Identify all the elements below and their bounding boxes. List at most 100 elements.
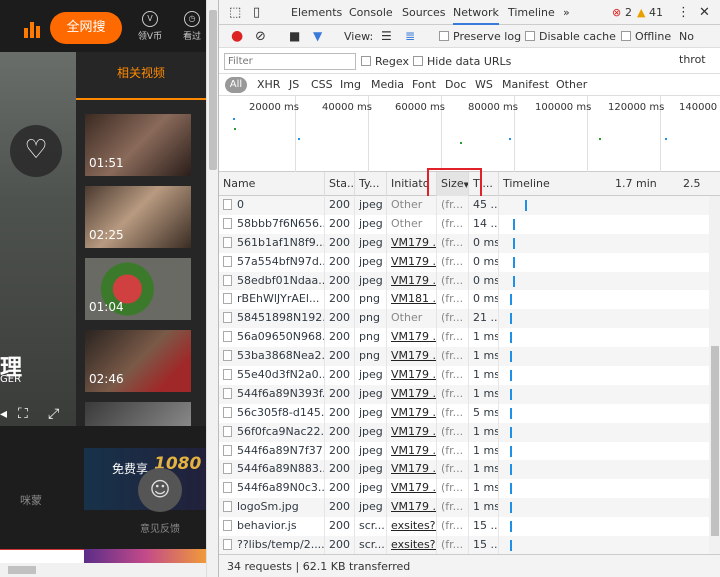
table-row[interactable]: ??libs/temp/2.... 200 scr... exsites?... (fr… <box>219 536 720 554</box>
request-initiator[interactable]: VM179 ... <box>387 252 437 272</box>
request-initiator[interactable]: Other <box>387 196 437 215</box>
video-thumbnail[interactable]: 02:25 <box>85 186 191 248</box>
request-initiator[interactable]: VM179 ... <box>387 498 437 518</box>
device-mode-icon[interactable]: ▯ <box>253 0 260 25</box>
table-row[interactable]: 56c305f8-d145... 200 jpeg VM179 ... (fr... 5 … <box>219 403 720 423</box>
tab-network[interactable]: Network <box>453 0 499 25</box>
request-initiator[interactable]: Other <box>387 214 437 234</box>
request-initiator[interactable]: VM179 ... <box>387 347 437 367</box>
type-manifest[interactable]: Manifest <box>502 78 549 91</box>
tab-elements[interactable]: Elements <box>291 0 342 25</box>
video-thumbnail[interactable] <box>85 402 191 426</box>
request-initiator[interactable]: VM179 ... <box>387 479 437 499</box>
type-ws[interactable]: WS <box>475 78 493 91</box>
table-row[interactable]: 57a554bfN97d... 200 jpeg VM179 ... (fr... 0 m… <box>219 252 720 272</box>
horizontal-scrollbar[interactable] <box>0 563 206 577</box>
menu-icon[interactable]: ⋮ <box>677 0 690 25</box>
request-initiator[interactable]: VM179 ... <box>387 271 437 291</box>
table-row[interactable]: rBEhWlJYrAEl... 200 png VM181 ... (fr... 0 ms <box>219 290 720 310</box>
type-font[interactable]: Font <box>412 78 436 91</box>
table-row[interactable]: logoSm.jpg 200 jpeg VM179 ... (fr... 1 ms <box>219 498 720 518</box>
table-row[interactable]: 544f6a89N0c3... 200 jpeg VM179 ... (fr... 1 m… <box>219 479 720 499</box>
type-img[interactable]: Img <box>340 78 361 91</box>
column-type[interactable]: Ty... <box>355 172 387 196</box>
request-initiator[interactable]: VM179 ... <box>387 328 437 348</box>
more-tabs-icon[interactable]: » <box>563 0 570 25</box>
table-row[interactable]: 544f6a89N393f... 200 jpeg VM179 ... (fr... 1 … <box>219 384 720 404</box>
request-initiator[interactable]: VM179 ... <box>387 233 437 253</box>
checkbox-icon[interactable] <box>413 56 423 66</box>
error-icon[interactable]: ⊗ <box>612 0 621 25</box>
video-thumbnail[interactable]: 01:51 <box>85 114 191 176</box>
overview-icon[interactable]: ≣ <box>405 25 415 48</box>
offline-checkbox[interactable]: Offline <box>621 25 671 48</box>
table-row[interactable]: 58451898N192... 200 png Other (fr... 21 ... <box>219 309 720 329</box>
checkbox-icon[interactable] <box>439 31 449 41</box>
table-row[interactable]: 55e40d3fN2a0... 200 jpeg VM179 ... (fr... 1 m… <box>219 366 720 385</box>
tab-sources[interactable]: Sources <box>402 0 446 25</box>
page-scrollbar[interactable] <box>206 0 218 577</box>
volume-icon[interactable]: ◂ <box>0 406 7 422</box>
feedback-chat-icon[interactable]: ☺ <box>138 468 182 512</box>
column-status[interactable]: Sta... <box>325 172 355 196</box>
feedback-label[interactable]: 意见反馈 <box>140 520 180 535</box>
inspect-icon[interactable]: ⬚ <box>229 0 241 25</box>
request-initiator[interactable]: VM179 ... <box>387 441 437 461</box>
request-initiator[interactable]: VM179 ... <box>387 403 437 423</box>
table-row[interactable]: 58bbb7f6N656... 200 jpeg Other (fr... 14 ... <box>219 214 720 234</box>
favorite-heart-icon[interactable]: ♡ <box>10 125 62 177</box>
disable-cache-checkbox[interactable]: Disable cache <box>525 25 616 48</box>
tab-timeline[interactable]: Timeline <box>508 0 555 25</box>
table-row[interactable]: 56a09650N968... 200 png VM179 ... (fr... 1 ms <box>219 328 720 348</box>
tab-console[interactable]: Console <box>349 0 393 25</box>
network-overview[interactable]: 20000 ms 40000 ms 60000 ms 80000 ms 1000… <box>219 96 720 172</box>
table-row[interactable]: 544f6a89N883... 200 jpeg VM179 ... (fr... 1 m… <box>219 460 720 480</box>
type-doc[interactable]: Doc <box>445 78 466 91</box>
request-initiator[interactable]: exsites?... <box>387 517 437 537</box>
large-rows-icon[interactable]: ☰ <box>381 25 392 48</box>
history-link[interactable]: ◷ 看过 <box>176 11 208 42</box>
table-row[interactable]: behavior.js 200 scr... exsites?... (fr... 15 … <box>219 517 720 537</box>
video-thumbnail[interactable]: 01:04 <box>85 258 191 320</box>
search-all-button[interactable]: 全网搜 <box>50 12 122 44</box>
table-scrollbar[interactable] <box>709 196 720 554</box>
warning-count[interactable]: 41 <box>649 0 663 25</box>
page-scrollbar-thumb[interactable] <box>209 10 217 170</box>
table-row[interactable]: 0 200 jpeg Other (fr... 45 ... <box>219 196 720 215</box>
vcoin-link[interactable]: V 领V币 <box>134 11 166 42</box>
checkbox-icon[interactable] <box>525 31 535 41</box>
request-initiator[interactable]: Other <box>387 309 437 329</box>
table-row[interactable]: 561b1af1N8f9... 200 jpeg VM179 ... (fr... 0 m… <box>219 233 720 253</box>
filter-icon[interactable]: ▼ <box>313 25 322 48</box>
type-xhr[interactable]: XHR <box>257 78 280 91</box>
expand-icon[interactable]: ⤢ <box>48 406 59 422</box>
checkbox-icon[interactable] <box>361 56 371 66</box>
type-media[interactable]: Media <box>371 78 404 91</box>
regex-checkbox[interactable]: Regex <box>361 50 409 73</box>
table-row[interactable]: 56f0fca9Nac22... 200 jpeg VM179 ... (fr... 1 … <box>219 422 720 442</box>
filter-input[interactable] <box>224 53 356 70</box>
request-initiator[interactable]: VM179 ... <box>387 422 437 442</box>
type-js[interactable]: JS <box>289 78 299 91</box>
type-css[interactable]: CSS <box>311 78 333 91</box>
fullscreen-icon[interactable]: ⛶ <box>18 406 28 422</box>
request-initiator[interactable]: VM179 ... <box>387 460 437 480</box>
request-initiator[interactable]: VM179 ... <box>387 366 437 385</box>
request-initiator[interactable]: exsites?... <box>387 536 437 554</box>
clear-icon[interactable]: ⊘ <box>255 25 266 48</box>
type-all[interactable]: All <box>225 77 247 93</box>
camera-icon[interactable]: ■ <box>289 25 300 48</box>
hide-data-urls-checkbox[interactable]: Hide data URLs <box>413 50 511 73</box>
record-icon[interactable]: ● <box>231 25 243 48</box>
warning-icon[interactable]: ▲ <box>637 0 645 25</box>
channel-label[interactable]: 咪蒙 <box>20 492 42 508</box>
checkbox-icon[interactable] <box>621 31 631 41</box>
table-row[interactable]: 53ba3868Nea2... 200 png VM179 ... (fr... 1 ms <box>219 347 720 367</box>
table-scrollbar-thumb[interactable] <box>711 346 719 536</box>
close-icon[interactable]: ✕ <box>699 0 710 25</box>
request-initiator[interactable]: VM181 ... <box>387 290 437 310</box>
video-player[interactable]: ♡ 理 GER ◂ ⛶ ⤢ <box>0 52 76 426</box>
column-name[interactable]: Name <box>219 172 325 196</box>
horizontal-scrollbar-thumb[interactable] <box>8 566 36 574</box>
video-thumbnail[interactable]: 02:46 <box>85 330 191 392</box>
